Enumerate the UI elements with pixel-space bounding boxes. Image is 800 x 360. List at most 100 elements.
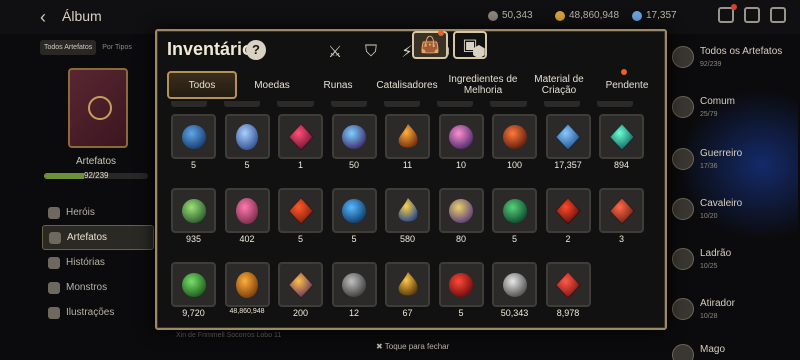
nav-artifacts[interactable]: Artefatos [42,225,154,250]
inventory-item[interactable]: 1 [278,114,323,178]
item-icon [449,124,473,149]
item-quantity: 50 [348,160,359,170]
artifacts-label: Artefatos [76,156,117,167]
item-slot [492,188,537,233]
album-right-panel: Todos os Artefatos 92/239 Comum 25/79 Guer… [672,40,800,360]
inventory-item[interactable]: 200 [278,262,323,326]
inventory-item[interactable]: 894 [599,114,644,178]
inventory-item[interactable]: 5 [224,114,270,178]
item-icon [398,197,418,221]
item-quantity: 48,860,948 [229,308,265,315]
help-button[interactable]: ? [246,40,266,60]
shield-icon[interactable]: ⛉ [353,37,389,67]
tab-pending[interactable]: Pendente [597,71,657,99]
inventory-item[interactable]: 100 [492,114,537,178]
item-icon [181,272,206,297]
nav-stories[interactable]: Histórias [42,250,154,275]
filter-ranger[interactable]: Atirador 10/28 [672,298,735,323]
item-quantity: 3 [618,234,624,244]
inventory-item[interactable]: 5 [171,114,216,178]
bag-icon[interactable]: 👜 [412,30,448,59]
nav-illustrations[interactable]: Ilustrações [42,300,154,325]
item-icon [398,123,418,147]
tab-crafting-material[interactable]: Material de Criação [521,71,597,99]
tab-coins[interactable]: Moedas [237,71,307,99]
item-icon [181,124,206,149]
all-icon [672,46,694,68]
inventory-item[interactable]: 5 [492,188,537,252]
mail-icon[interactable] [744,7,760,23]
filter-thief[interactable]: Ladrão 10/25 [672,248,731,273]
item-slot [278,262,323,307]
inventory-item[interactable]: 48,860,948 [224,262,270,326]
common-icon [672,96,694,118]
item-icon [398,271,418,295]
inventory-item[interactable]: 50 [331,114,377,178]
item-icon [555,270,581,299]
tab-runes[interactable]: Runas [307,71,369,99]
gift-icon[interactable] [718,4,737,23]
item-quantity: 50,343 [500,308,529,318]
inventory-item[interactable]: 8,978 [545,262,591,326]
filter-common[interactable]: Comum 25/79 [672,96,735,121]
inventory-item[interactable]: 12 [331,262,377,326]
inventory-item[interactable]: 80 [438,188,484,252]
menu-icon[interactable] [770,7,786,23]
item-quantity: 100 [506,160,523,170]
artifact-icon [49,231,61,244]
tab-upgrade-ingredients[interactable]: Ingredientes de Melhoria [445,71,521,99]
filter-knight[interactable]: Cavaleiro 10/20 [672,198,742,223]
item-slot [171,188,216,233]
item-quantity: 9,720 [182,308,205,318]
item-icon [287,270,314,299]
item-icon [236,197,258,224]
inventory-item[interactable]: 580 [385,188,430,252]
inventory-item[interactable]: 3 [599,188,644,252]
item-quantity: 2 [565,234,571,244]
item-slot [171,262,216,307]
item-quantity: 894 [613,160,630,170]
album-left-panel: Todos Artefatos Por Tipos Artefatos 92/2… [38,40,156,360]
inventory-item[interactable]: 50,343 [492,262,537,326]
illustration-icon [48,306,60,319]
inventory-item[interactable]: 11 [385,114,430,178]
item-icon [502,198,527,223]
inventory-item[interactable]: 67 [385,262,430,326]
inventory-item[interactable]: 17,357 [545,114,591,178]
filter-warrior[interactable]: Guerreiro 17/36 [672,148,742,173]
item-slot [385,262,430,307]
mage-icon [672,344,694,360]
item-slot [599,188,644,233]
inventory-item[interactable]: 5 [331,188,377,252]
filter-mage[interactable]: Mago [672,344,725,360]
weapon-icon[interactable]: ⚔ [317,37,353,67]
item-slot [545,188,591,233]
inventory-item[interactable]: 5 [438,262,484,326]
item-slot [599,114,644,159]
tab-all-artifacts[interactable]: Todos Artefatos [40,40,97,55]
filter-all-artifacts[interactable]: Todos os Artefatos 92/239 [672,46,782,71]
item-icon [342,124,366,149]
collection-count: 92/239 [84,171,109,180]
item-quantity: 11 [402,160,413,170]
item-icon [502,272,527,297]
inventory-item[interactable]: 2 [545,188,591,252]
tab-catalysts[interactable]: Catalisadores [369,71,445,99]
tab-by-type[interactable]: Por Tipos [98,40,136,55]
inventory-item[interactable]: 10 [438,114,484,178]
tab-all[interactable]: Todos [167,71,237,99]
inventory-item[interactable]: 5 [278,188,323,252]
inventory-grid: 5 5 1 50 11 10 100 17,357 894 935 402 5 5 580 80 5 2 3 9,7… [171,114,644,326]
nav-monsters[interactable]: Monstros [42,275,154,300]
back-icon[interactable]: ‹ [40,7,46,28]
item-slot [492,262,537,307]
inventory-item[interactable]: 402 [224,188,270,252]
chest-icon[interactable]: ▣ [453,31,487,59]
inventory-item[interactable]: 935 [171,188,216,252]
knight-icon [672,198,694,220]
item-slot [331,262,377,307]
inventory-item[interactable]: 9,720 [171,262,216,326]
item-quantity: 1 [297,160,303,170]
close-hint[interactable]: ✖ Toque para fechar [376,342,449,351]
nav-heroes[interactable]: Heróis [42,200,154,225]
